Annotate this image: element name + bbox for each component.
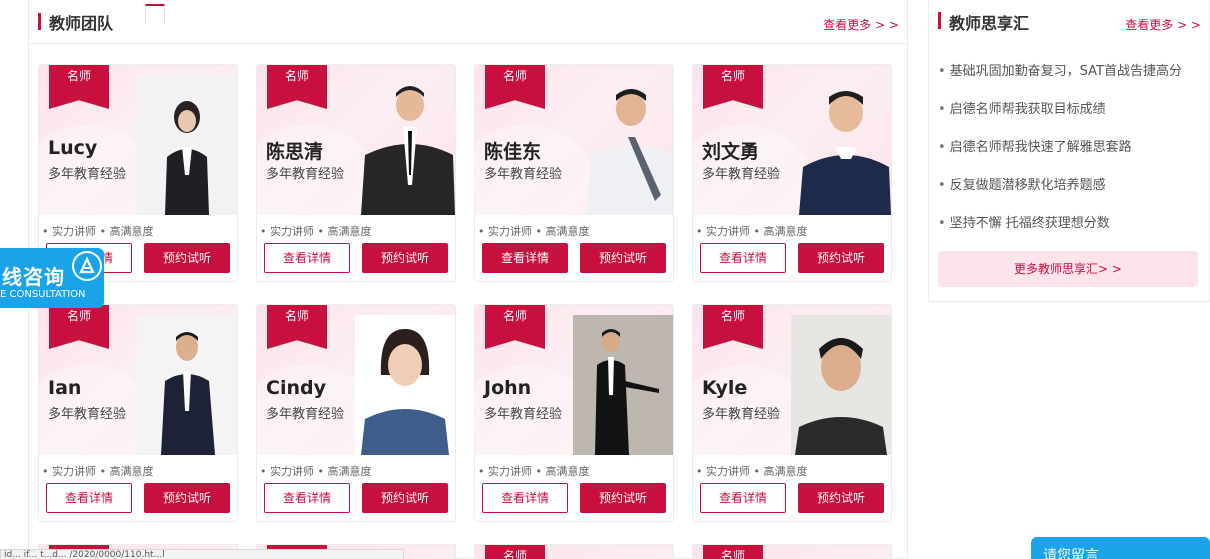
teacher-description: 多年教育经验	[484, 167, 563, 182]
teacher-team-header: 教师团队 查看更多 > >	[29, 0, 907, 44]
teacher-photo	[355, 315, 455, 455]
view-more-link[interactable]: 查看更多 > >	[823, 16, 899, 33]
teacher-photo	[791, 75, 891, 215]
teacher-name: Ian	[48, 377, 82, 399]
teacher-tags: • 实力讲师 • 高满意度	[260, 225, 372, 238]
book-trial-button[interactable]: 预约试听	[580, 243, 666, 273]
teacher-card[interactable]: 名师 陈佳东 多年教育经验 • 实力讲师 • 高满意度 查看详情 预约试听	[474, 64, 674, 282]
view-details-button[interactable]: 查看详情	[482, 483, 568, 513]
famous-teacher-ribbon: 名师	[49, 65, 109, 109]
teacher-card[interactable]: 名师 John 多年教育经验 • 实力讲师 • 高满意度 查看详情 预约试听	[474, 304, 674, 522]
view-details-button[interactable]: 查看详情	[264, 243, 350, 273]
teacher-card-banner: 名师 Ian 多年教育经验	[39, 305, 237, 455]
teacher-description: 多年教育经验	[266, 167, 345, 182]
teacher-card[interactable]: 名师 陈思清 多年教育经验 • 实力讲师 • 高满意度 查看详情 预约试听	[256, 64, 456, 282]
teacher-card-banner: 名师 John 多年教育经验	[475, 305, 673, 455]
teacher-card-partial[interactable]: 名师	[474, 544, 674, 559]
teacher-card-partial[interactable]: 名师	[692, 544, 892, 559]
insight-link[interactable]: 启德名师帮我获取目标成绩	[938, 98, 1182, 136]
leave-message-tab[interactable]: 请您留言	[1031, 537, 1210, 559]
book-trial-button[interactable]: 预约试听	[798, 243, 884, 273]
view-details-button[interactable]: 查看详情	[700, 483, 786, 513]
teacher-name: John	[484, 377, 532, 399]
teacher-team-panel: 教师团队 查看更多 > > 名师 Lucy 多年教育经验 • 实力讲师 • 高满…	[28, 0, 908, 559]
teacher-card-banner: 名师 Lucy 多年教育经验	[39, 65, 237, 215]
famous-teacher-ribbon: 名师	[703, 545, 763, 559]
teacher-photo	[573, 315, 673, 455]
book-trial-button[interactable]: 预约试听	[580, 483, 666, 513]
section-accent-bar	[938, 12, 941, 29]
famous-teacher-ribbon: 名师	[267, 305, 327, 349]
famous-teacher-ribbon: 名师	[485, 65, 545, 109]
teacher-name: Lucy	[48, 137, 98, 159]
teacher-description: 多年教育经验	[48, 167, 127, 182]
view-details-button[interactable]: 查看详情	[264, 483, 350, 513]
teacher-name: Cindy	[266, 377, 326, 399]
teacher-insights-panel: 教师思享汇 查看更多 > > 基础巩固加勤奋复习，SAT首战告捷高分 启德名师帮…	[928, 0, 1210, 302]
teacher-tags: • 实力讲师 • 高满意度	[696, 465, 808, 478]
online-consultation-widget[interactable]: 线咨询 E CONSULTATION	[0, 248, 104, 308]
teacher-card-banner: 名师 Kyle 多年教育经验	[693, 305, 891, 455]
teacher-tags: • 实力讲师 • 高满意度	[478, 225, 590, 238]
insight-link[interactable]: 坚持不懈 托福终获理想分数	[938, 212, 1182, 250]
view-details-button[interactable]: 查看详情	[46, 483, 132, 513]
book-trial-button[interactable]: 预约试听	[362, 243, 448, 273]
teacher-card[interactable]: 名师 Cindy 多年教育经验 • 实力讲师 • 高满意度 查看详情 预约试听	[256, 304, 456, 522]
teacher-photo	[137, 75, 237, 215]
book-trial-button[interactable]: 预约试听	[144, 243, 230, 273]
book-trial-button[interactable]: 预约试听	[798, 483, 884, 513]
insight-list: 基础巩固加勤奋复习，SAT首战告捷高分 启德名师帮我获取目标成绩 启德名师帮我快…	[938, 60, 1182, 250]
teacher-insights-header: 教师思享汇 查看更多 > >	[929, 0, 1209, 40]
famous-teacher-ribbon: 名师	[703, 305, 763, 349]
teacher-tags: • 实力讲师 • 高满意度	[42, 465, 154, 478]
teacher-name: 陈佳东	[484, 141, 542, 163]
teacher-name: Kyle	[702, 377, 748, 399]
teacher-name: 陈思清	[266, 141, 324, 163]
section-title: 教师思享汇	[949, 14, 1030, 33]
teacher-name: 刘文勇	[702, 141, 760, 163]
teacher-photo	[137, 315, 237, 455]
book-trial-button[interactable]: 预约试听	[362, 483, 448, 513]
famous-teacher-ribbon: 名师	[703, 65, 763, 109]
teacher-description: 多年教育经验	[484, 407, 563, 422]
famous-teacher-ribbon: 名师	[49, 305, 109, 349]
teacher-card-banner: 名师 陈思清 多年教育经验	[257, 65, 455, 215]
famous-teacher-ribbon: 名师	[267, 65, 327, 109]
chat-logo-icon	[72, 251, 102, 281]
famous-teacher-ribbon: 名师	[485, 545, 545, 559]
teacher-card[interactable]: 名师 Ian 多年教育经验 • 实力讲师 • 高满意度 查看详情 预约试听	[38, 304, 238, 522]
teacher-photo	[355, 75, 455, 215]
consultation-label: 线咨询	[2, 265, 65, 289]
consultation-sublabel: E CONSULTATION	[0, 289, 86, 300]
teacher-photo	[573, 75, 673, 215]
teacher-description: 多年教育经验	[702, 167, 781, 182]
teacher-description: 多年教育经验	[48, 407, 127, 422]
teacher-photo	[791, 315, 891, 455]
famous-teacher-ribbon: 名师	[485, 305, 545, 349]
teacher-description: 多年教育经验	[266, 407, 345, 422]
teacher-description: 多年教育经验	[702, 407, 781, 422]
teacher-tags: • 实力讲师 • 高满意度	[696, 225, 808, 238]
teacher-card-banner: 名师 Cindy 多年教育经验	[257, 305, 455, 455]
view-details-button[interactable]: 查看详情	[700, 243, 786, 273]
insight-link[interactable]: 启德名师帮我快速了解雅思套路	[938, 136, 1182, 174]
teacher-card-banner: 名师 刘文勇 多年教育经验	[693, 65, 891, 215]
insight-link[interactable]: 反复做题潜移默化培养题感	[938, 174, 1182, 212]
more-insights-button[interactable]: 更多教师思享汇> >	[938, 251, 1198, 287]
teacher-tags: • 实力讲师 • 高满意度	[260, 465, 372, 478]
section-accent-bar	[38, 13, 41, 30]
insight-link[interactable]: 基础巩固加勤奋复习，SAT首战告捷高分	[938, 60, 1182, 98]
teacher-tags: • 实力讲师 • 高满意度	[478, 465, 590, 478]
teacher-tags: • 实力讲师 • 高满意度	[42, 225, 154, 238]
teacher-card[interactable]: 名师 刘文勇 多年教育经验 • 实力讲师 • 高满意度 查看详情 预约试听	[692, 64, 892, 282]
teacher-card[interactable]: 名师 Kyle 多年教育经验 • 实力讲师 • 高满意度 查看详情 预约试听	[692, 304, 892, 522]
teacher-card-banner: 名师 陈佳东 多年教育经验	[475, 65, 673, 215]
page: 教师团队 查看更多 > > 名师 Lucy 多年教育经验 • 实力讲师 • 高满…	[0, 0, 1210, 559]
view-details-button[interactable]: 查看详情	[482, 243, 568, 273]
tab-indicator[interactable]	[145, 4, 165, 24]
book-trial-button[interactable]: 预约试听	[144, 483, 230, 513]
status-url-bar: id... if... t...d... /2020/0000/110.ht..…	[0, 549, 404, 559]
section-title: 教师团队	[49, 14, 114, 33]
view-more-link[interactable]: 查看更多 > >	[1125, 16, 1201, 33]
